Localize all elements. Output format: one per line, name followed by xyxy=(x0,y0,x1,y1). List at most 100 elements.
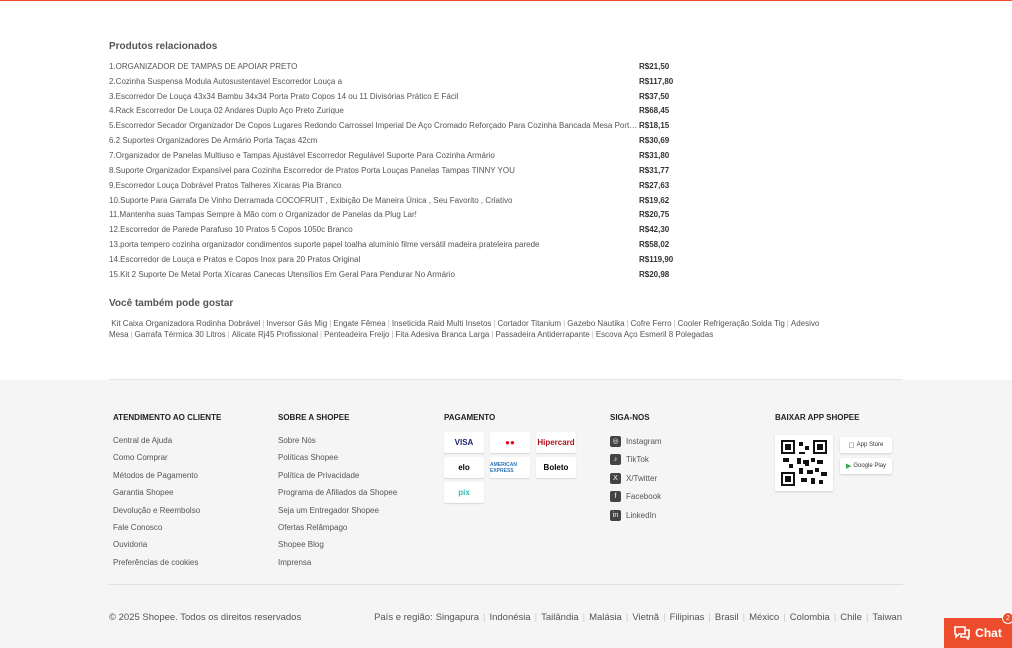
related-product-name[interactable]: 9.Escorredor Louça Dobrável Pratos Talhe… xyxy=(109,181,639,190)
footer-link[interactable]: Seja um Entregador Shopee xyxy=(278,502,397,519)
related-product-row[interactable]: 6.2 Suportes Organizadores De Armário Po… xyxy=(109,133,709,148)
suggestion-tag[interactable]: Penteadeira Freijo xyxy=(324,330,389,339)
suggestion-tag[interactable]: Fita Adesiva Branca Larga xyxy=(396,330,490,339)
footer-link[interactable]: Política de Privacidade xyxy=(278,467,397,484)
suggestion-tag[interactable]: Cooler Refrigeração Solda Tig xyxy=(678,319,785,328)
related-product-name[interactable]: 3.Escorredor De Louça 43x34 Bambu 34x34 … xyxy=(109,92,639,101)
related-product-row[interactable]: 1.ORGANIZADOR DE TAMPAS DE APOIAR PRETO R… xyxy=(109,59,709,74)
related-product-name[interactable]: 5.Escorredor Secador Organizador De Copo… xyxy=(109,121,639,130)
related-product-name[interactable]: 11.Mantenha suas Tampas Sempre à Mão com… xyxy=(109,210,639,219)
region-link[interactable]: Colombia xyxy=(790,612,830,623)
region-link[interactable]: Indonésia xyxy=(489,612,530,623)
related-products-list: 1.ORGANIZADOR DE TAMPAS DE APOIAR PRETO R… xyxy=(109,59,709,282)
region-link[interactable]: Singapura xyxy=(436,612,479,623)
social-link[interactable]: in LinkedIn xyxy=(610,506,662,525)
region-link[interactable]: Brasil xyxy=(715,612,739,623)
region-link[interactable]: Taiwan xyxy=(872,612,902,623)
footer-link[interactable]: Preferências de cookies xyxy=(113,554,221,571)
suggestion-tag[interactable]: Engate Fêmea xyxy=(333,319,385,328)
footer-link[interactable]: Shopee Blog xyxy=(278,536,397,553)
tag-separator: | xyxy=(227,330,230,339)
footer-link[interactable]: Sobre Nós xyxy=(278,432,397,449)
related-product-name[interactable]: 13.porta tempero cozinha organizador con… xyxy=(109,240,639,249)
suggestion-tag[interactable]: Inseticida Raid Multi Insetos xyxy=(392,319,492,328)
footer-link[interactable]: Garantia Shopee xyxy=(113,484,221,501)
footer-link[interactable]: Imprensa xyxy=(278,554,397,571)
related-product-name[interactable]: 10.Suporte Para Garrafa De Vinho Derrama… xyxy=(109,196,639,205)
chat-button[interactable]: Chat xyxy=(944,618,1012,648)
related-product-name[interactable]: 14.Escorredor de Louça e Pratos e Copos … xyxy=(109,255,639,264)
region-link[interactable]: Malásia xyxy=(589,612,622,623)
related-product-price: R$42,30 xyxy=(639,225,670,235)
suggestion-tag[interactable]: Alicate Rj45 Profissional xyxy=(232,330,318,339)
related-product-row[interactable]: 8.Suporte Organizador Expansível para Co… xyxy=(109,163,709,178)
related-product-name[interactable]: 4.Rack Escorredor De Louça 02 Andares Du… xyxy=(109,106,639,115)
related-product-row[interactable]: 13.porta tempero cozinha organizador con… xyxy=(109,237,709,252)
qr-code xyxy=(775,435,833,491)
related-product-row[interactable]: 15.Kit 2 Suporte De Metal Porta Xícaras … xyxy=(109,267,709,282)
social-link-label: Facebook xyxy=(626,492,662,502)
suggestion-tag[interactable]: Gazebo Nautika xyxy=(567,319,624,328)
related-product-name[interactable]: 7.Organizador de Panelas Multiuso e Tamp… xyxy=(109,151,639,160)
related-product-row[interactable]: 7.Organizador de Panelas Multiuso e Tamp… xyxy=(109,148,709,163)
footer-link[interactable]: Como Comprar xyxy=(113,449,221,466)
tag-separator: | xyxy=(329,319,332,328)
suggestion-tag[interactable]: Cortador Titanium xyxy=(498,319,562,328)
related-product-name[interactable]: 6.2 Suportes Organizadores De Armário Po… xyxy=(109,136,639,145)
related-product-name[interactable]: 8.Suporte Organizador Expansível para Co… xyxy=(109,166,639,175)
suggestion-tag[interactable]: Inversor Gás Mig xyxy=(266,319,327,328)
related-product-row[interactable]: 11.Mantenha suas Tampas Sempre à Mão com… xyxy=(109,207,709,222)
related-product-price: R$20,75 xyxy=(639,210,670,220)
related-product-name[interactable]: 2.Cozinha Suspensa Modula Autosustentave… xyxy=(109,77,639,86)
related-product-name[interactable]: 15.Kit 2 Suporte De Metal Porta Xícaras … xyxy=(109,270,639,279)
region-link[interactable]: Filipinas xyxy=(670,612,705,623)
chat-label: Chat xyxy=(975,626,1002,640)
footer-link[interactable]: Programa de Afiliados da Shopee xyxy=(278,484,397,501)
payment-column: PAGAMENTO VISA ●● Hipercard elo AMERICAN EXP… xyxy=(444,413,576,503)
suggestion-tag[interactable]: Cofre Ferro xyxy=(631,319,672,328)
about-title: SOBRE A SHOPEE xyxy=(278,413,350,422)
related-product-name[interactable]: 12.Escorredor de Parede Parafuso 10 Prat… xyxy=(109,225,639,234)
footer-link[interactable]: Ouvidoria xyxy=(113,536,221,553)
related-product-row[interactable]: 14.Escorredor de Louça e Pratos e Copos … xyxy=(109,252,709,267)
related-product-row[interactable]: 5.Escorredor Secador Organizador De Copo… xyxy=(109,118,709,133)
about-links: Sobre Nós Políticas Shopee Política de Pri… xyxy=(278,432,397,571)
footer-link[interactable]: Políticas Shopee xyxy=(278,449,397,466)
related-product-row[interactable]: 3.Escorredor De Louça 43x34 Bambu 34x34 … xyxy=(109,89,709,104)
suggestion-tag[interactable]: Garrafa Térmica 30 Litros xyxy=(135,330,226,339)
about-column: SOBRE A SHOPEE Sobre Nós Políticas Shopee… xyxy=(278,413,397,571)
related-product-name[interactable]: 1.ORGANIZADOR DE TAMPAS DE APOIAR PRETO xyxy=(109,62,639,71)
related-product-row[interactable]: 12.Escorredor de Parede Parafuso 10 Prat… xyxy=(109,222,709,237)
social-link[interactable]: f Facebook xyxy=(610,488,662,507)
region-link[interactable]: México xyxy=(749,612,779,623)
social-link[interactable]: ◎ Instagram xyxy=(610,432,662,451)
region-link[interactable]: Vietnã xyxy=(632,612,659,623)
footer-link[interactable]: Métodos de Pagamento xyxy=(113,467,221,484)
related-product-row[interactable]: 2.Cozinha Suspensa Modula Autosustentave… xyxy=(109,74,709,89)
region-separator: | xyxy=(708,612,711,623)
related-product-row[interactable]: 9.Escorredor Louça Dobrável Pratos Talhe… xyxy=(109,178,709,193)
google-play-button[interactable]: ▶ Google Play xyxy=(840,458,892,474)
footer-link[interactable]: Fale Conosco xyxy=(113,519,221,536)
region-separator: | xyxy=(534,612,538,623)
related-product-price: R$37,50 xyxy=(639,91,670,101)
region-link[interactable]: Chile xyxy=(840,612,862,623)
copyright-text: © 2025 Shopee. Todos os direitos reserva… xyxy=(109,612,302,623)
suggestion-tag[interactable]: Passadeira Antiderrapante xyxy=(495,330,589,339)
related-product-row[interactable]: 10.Suporte Para Garrafa De Vinho Derrama… xyxy=(109,193,709,208)
footer-link[interactable]: Devolução e Reembolso xyxy=(113,502,221,519)
related-product-row[interactable]: 4.Rack Escorredor De Louça 02 Andares Du… xyxy=(109,104,709,119)
region-link[interactable]: Tailândia xyxy=(541,612,579,623)
footer-link[interactable]: Central de Ajuda xyxy=(113,432,221,449)
footer: ATENDIMENTO AO CLIENTE Central de Ajuda C… xyxy=(0,379,1012,648)
chat-bubble-icon xyxy=(954,626,970,640)
footer-link[interactable]: Ofertas Relâmpago xyxy=(278,519,397,536)
suggestion-tag[interactable]: Escova Aço Esmeril 8 Polegadas xyxy=(596,330,713,339)
suggestion-tag[interactable]: Kit Caixa Organizadora Rodinha Dobrável xyxy=(111,319,260,328)
app-store-button[interactable]:  App Store xyxy=(840,437,892,453)
social-link[interactable]: X X/Twitter xyxy=(610,469,662,488)
related-product-price: R$31,77 xyxy=(639,165,670,175)
region-separator: | xyxy=(625,612,629,623)
social-link[interactable]: ♪ TikTok xyxy=(610,451,662,470)
region-separator: | xyxy=(483,612,486,623)
